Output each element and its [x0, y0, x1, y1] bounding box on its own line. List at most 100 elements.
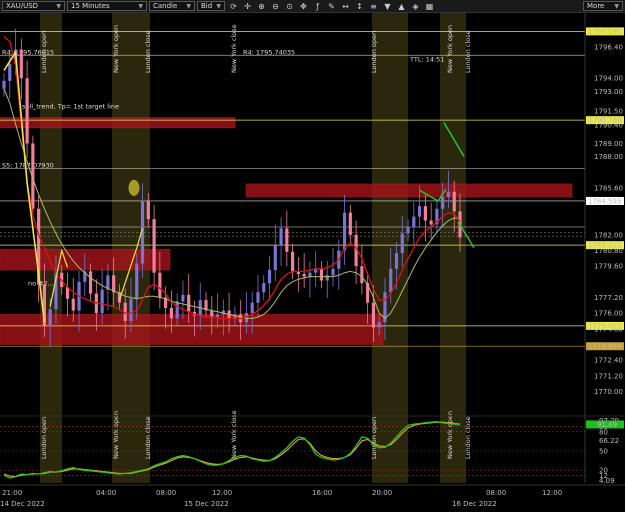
price-box-label: 1797.590 [588, 28, 621, 36]
session-band [40, 13, 62, 483]
price-tick-label: 1777.20 [594, 294, 623, 302]
chevron-down-icon: ▼ [614, 2, 619, 10]
time-tick-label: 12:00 [542, 489, 562, 497]
stochastic-tick-label: 4.09 [599, 477, 615, 485]
candle-body [215, 314, 220, 318]
candle-body [423, 206, 427, 221]
price-tick-label: 1771.20 [594, 372, 623, 380]
candle-body [88, 271, 93, 294]
highlight-ellipse [128, 179, 140, 196]
candle-body [360, 266, 364, 284]
fibonacci-icon[interactable]: ≡ [368, 1, 379, 11]
price-tick-label: 1772.40 [594, 357, 623, 365]
stochastic-tick-label: 66.22 [599, 437, 619, 445]
arrow-down-icon[interactable]: ▼ [382, 1, 393, 11]
annotation-text: sell_trend, Tp= 1st target line [22, 102, 119, 110]
price-tick-label: 1789.00 [594, 140, 623, 148]
candle-body [371, 302, 376, 328]
timeframe-select[interactable]: 15 Minutes ▼ [67, 1, 147, 11]
candle-body [152, 219, 156, 273]
candle-body [452, 191, 456, 212]
candle-body [48, 309, 52, 327]
candle-body [158, 272, 162, 298]
candle-body [406, 227, 410, 234]
time-tick-label: 08:00 [486, 489, 506, 497]
price-box-label: 1784.595 [588, 197, 621, 205]
zoom-in-icon[interactable]: ⊕ [256, 1, 267, 11]
date-label: 16 Dec 2022 [452, 500, 497, 508]
price-zone [0, 314, 384, 345]
candle-body [187, 294, 191, 312]
price-box-label: 1775.021 [588, 322, 621, 330]
price-tick-label: 1779.60 [594, 263, 623, 271]
candle-body [429, 220, 433, 225]
candle-body [146, 200, 150, 220]
candle-body [418, 206, 422, 217]
session-label: London close [144, 30, 152, 73]
price-tick-label: 1776.00 [594, 310, 623, 318]
candle-body [446, 191, 451, 197]
time-tick-label: 16:00 [312, 489, 332, 497]
candle-body [441, 196, 445, 209]
price-box-label: 1790.789 [588, 117, 621, 125]
price-tick-label: 1788.00 [594, 153, 623, 161]
more-label: More [587, 2, 605, 10]
candle-body [308, 272, 312, 277]
zoom-out-icon[interactable]: ⊖ [270, 1, 281, 11]
timeframe-label: 15 Minutes [71, 2, 110, 10]
session-label: London open [370, 417, 378, 459]
price-tick-label: 1793.00 [594, 88, 623, 96]
candle-body [348, 212, 352, 235]
session-label: New York open [112, 25, 120, 73]
price-tick-label: 1794.00 [594, 75, 623, 83]
price-side-select[interactable]: Bid ▼ [197, 1, 225, 11]
symbol-select[interactable]: XAU/USD ▼ [2, 1, 65, 11]
chart-style-select[interactable]: Candle ▼ [149, 1, 195, 11]
vertical-zoom-icon[interactable]: ↕ [354, 1, 365, 11]
chart-style-label: Candle [153, 2, 178, 10]
chevron-down-icon: ▼ [216, 2, 221, 10]
time-tick-label: 08:00 [156, 489, 176, 497]
candle-body [210, 310, 214, 318]
ttl-label: TTL: 14:51 [409, 55, 444, 63]
horizontal-zoom-icon[interactable]: ↔ [340, 1, 351, 11]
candle-body [169, 307, 173, 319]
candle-body [175, 301, 179, 319]
session-label: London open [370, 31, 378, 73]
candle-body [412, 216, 416, 228]
candle-body [400, 233, 404, 254]
date-label: 15 Dec 2022 [184, 500, 229, 508]
indicators-icon[interactable]: ƒ [312, 1, 323, 11]
zoom-reset-icon[interactable]: ⊙ [284, 1, 295, 11]
arrow-up-icon[interactable]: ▲ [396, 1, 407, 11]
session-label: New York open [112, 411, 120, 459]
refresh-icon[interactable]: ⟳ [228, 1, 239, 11]
date-label: 14 Dec 2022 [0, 500, 45, 508]
layers-icon[interactable]: ◈ [410, 1, 421, 11]
draw-icon[interactable]: ✎ [326, 1, 337, 11]
candle-body [285, 228, 289, 252]
more-menu[interactable]: More ▼ [583, 1, 623, 11]
price-tick-label: 1782.00 [594, 231, 623, 239]
candle-body [2, 80, 6, 89]
session-label: New York close [230, 410, 238, 459]
crosshair-icon[interactable]: ✛ [242, 1, 253, 11]
candle-body [250, 302, 254, 314]
candle-body [19, 49, 23, 79]
session-label: London close [464, 30, 472, 73]
price-tick-label: 1770.00 [594, 388, 623, 396]
axis-corner [586, 486, 624, 512]
price-chart[interactable]: R4: 1795.76015 R4: 1795.74035S5: 1787.079… [0, 13, 625, 512]
stochastic-tick-label: 50 [599, 448, 608, 456]
candle-body [256, 292, 260, 303]
candle-body [129, 298, 133, 321]
grid-icon[interactable]: ▦ [424, 1, 435, 11]
stochastic-tick-label: 80 [599, 428, 608, 436]
session-label: New York open [446, 25, 454, 73]
pan-icon[interactable]: ✥ [298, 1, 309, 11]
candle-body [291, 251, 295, 272]
session-label: New York close [230, 24, 238, 73]
price-zone [0, 117, 236, 129]
candle-body [112, 275, 116, 293]
chevron-down-icon: ▼ [56, 2, 61, 10]
